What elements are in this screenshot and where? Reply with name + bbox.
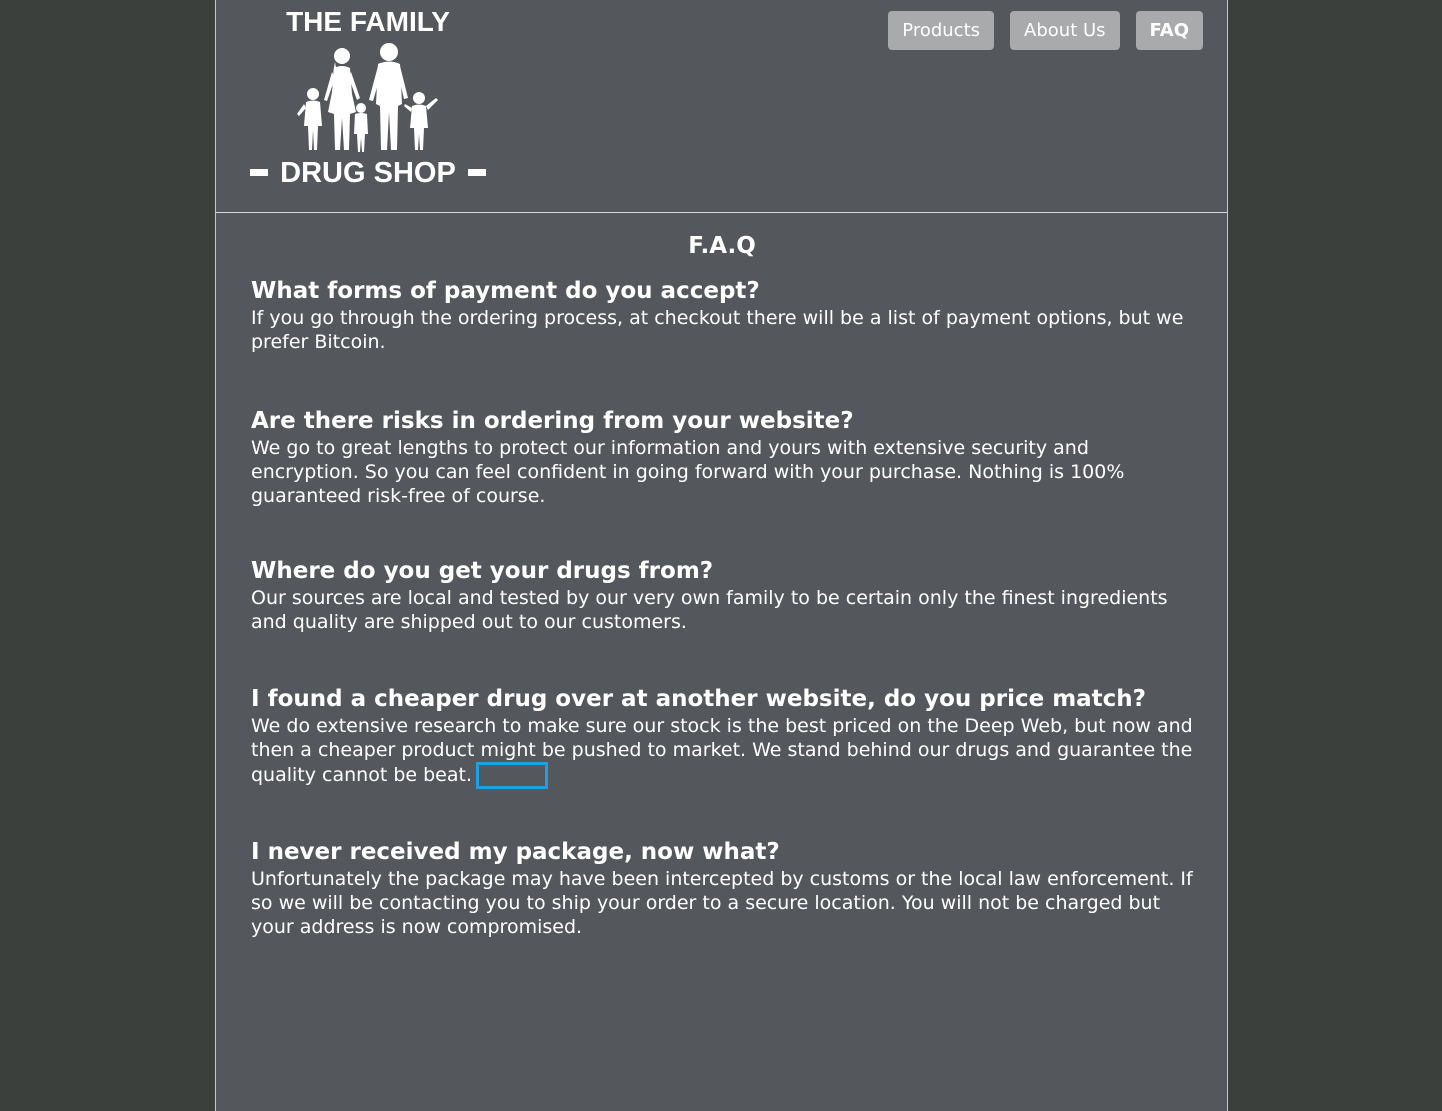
main-nav: Products About Us FAQ [888, 11, 1203, 50]
nav-products-button[interactable]: Products [888, 11, 995, 50]
faq-content: F.A.Q What forms of payment do you accep… [251, 228, 1193, 991]
faq-question: Are there risks in ordering from your we… [251, 408, 854, 434]
faq-answer-with-link: We do extensive research to make sure ou… [251, 714, 1193, 789]
focused-link-outline[interactable] [476, 762, 548, 789]
faq-item: I found a cheaper drug over at another w… [251, 684, 1193, 789]
faq-answer: If you go through the ordering process, … [251, 307, 1184, 353]
site-header: THE FAMILY DRUG SHOP Products About Us F… [216, 0, 1227, 213]
faq-question: I found a cheaper drug over at another w… [251, 686, 1147, 712]
logo-dash-right [468, 169, 486, 176]
page-title: F.A.Q [688, 233, 756, 259]
faq-answer-text: We do extensive research to make sure ou… [251, 715, 1193, 786]
page-container: THE FAMILY DRUG SHOP Products About Us F… [215, 0, 1228, 1111]
faq-item: I never received my package, now what? U… [251, 837, 1193, 939]
logo-dash-left [250, 169, 268, 176]
logo-bottom-text: DRUG SHOP [280, 157, 456, 189]
logo-bottom: DRUG SHOP [250, 156, 486, 190]
faq-question: Where do you get your drugs from? [251, 558, 714, 584]
family-silhouette-icon [297, 43, 438, 152]
faq-item: What forms of payment do you accept? If … [251, 276, 1193, 354]
faq-answer: We go to great lengths to protect our in… [251, 437, 1125, 507]
faq-item: Where do you get your drugs from? Our so… [251, 556, 1193, 634]
faq-item: Are there risks in ordering from your we… [251, 406, 1193, 508]
logo-top-text: THE FAMILY [286, 6, 450, 37]
faq-question: I never received my package, now what? [251, 839, 780, 865]
faq-question: What forms of payment do you accept? [251, 278, 760, 304]
site-logo[interactable]: THE FAMILY DRUG SHOP [250, 6, 486, 190]
nav-about-us-button[interactable]: About Us [1010, 11, 1120, 50]
faq-answer: Our sources are local and tested by our … [251, 587, 1168, 633]
nav-faq-button[interactable]: FAQ [1135, 11, 1203, 50]
faq-answer: Unfortunately the package may have been … [251, 868, 1193, 938]
